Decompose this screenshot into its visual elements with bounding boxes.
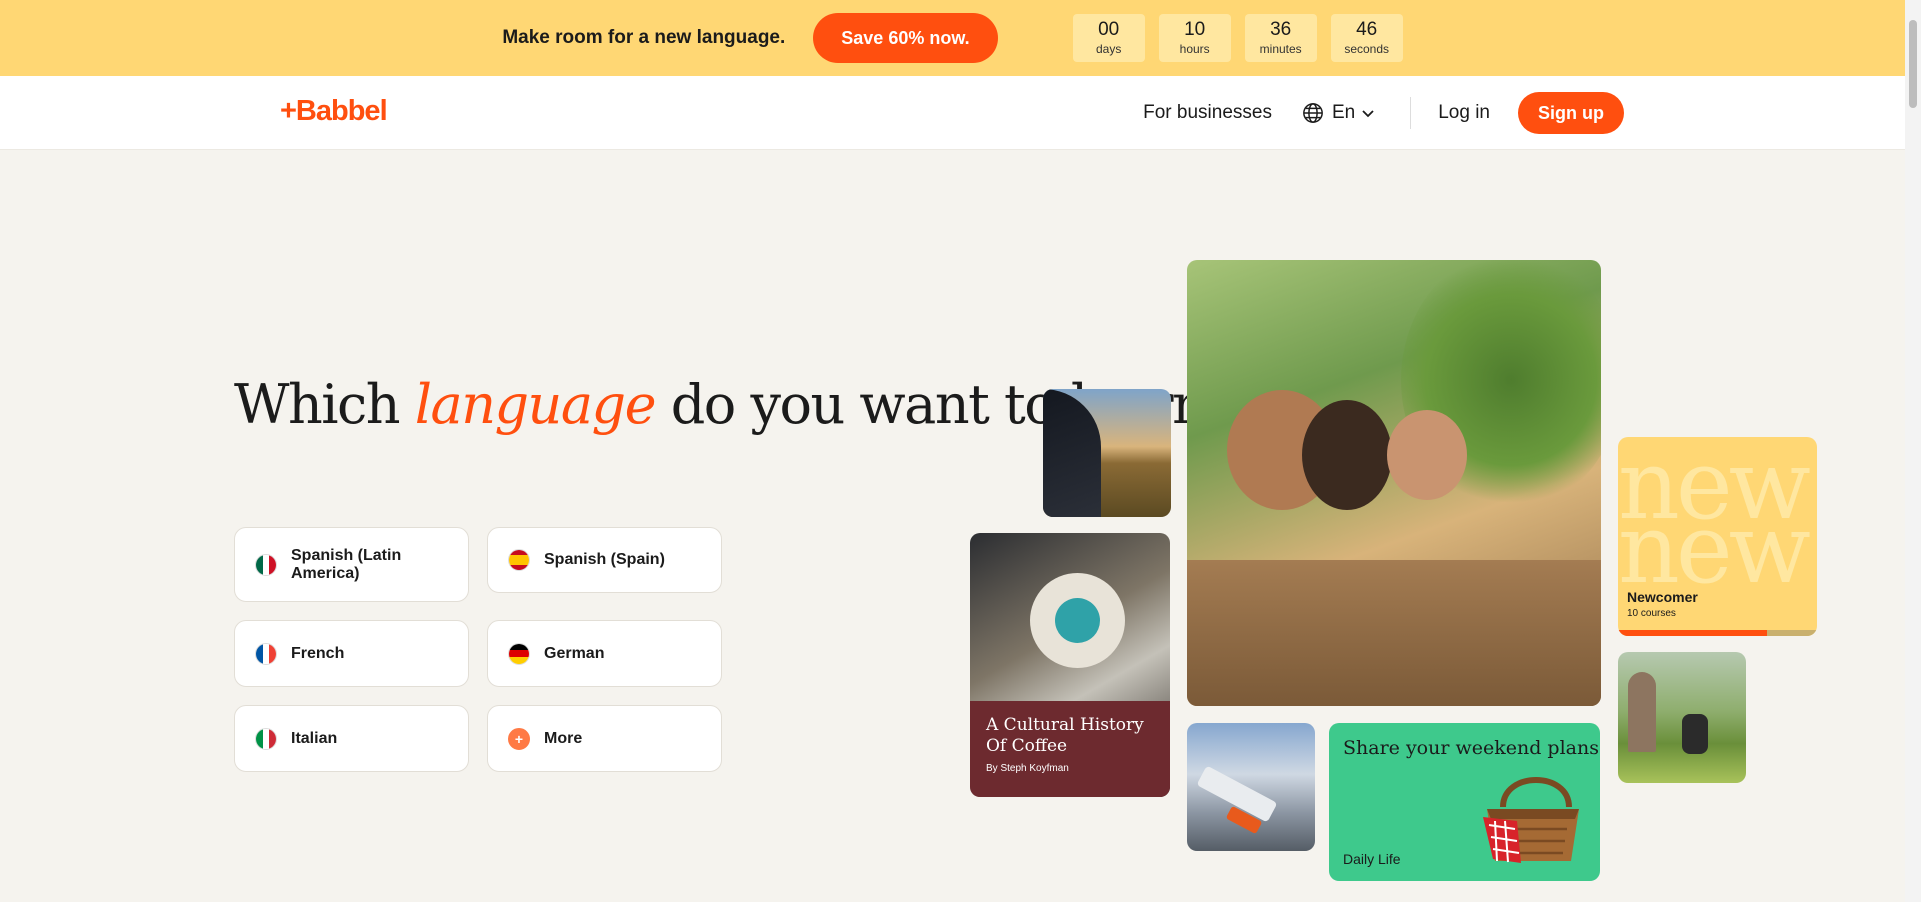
language-selector-label: En — [1331, 102, 1356, 123]
mexico-flag-icon — [255, 553, 277, 576]
countdown-hours: 10 hours — [1158, 14, 1231, 62]
hero-title-pre: Which — [234, 373, 415, 436]
language-option-label: Italian — [291, 729, 338, 747]
newcomer-progress-bar — [1618, 630, 1817, 636]
newcomer-watermark: new — [1618, 493, 1811, 605]
coffee-card[interactable]: A Cultural History Of Coffee By Steph Ko… — [970, 533, 1170, 797]
coffee-card-caption: A Cultural History Of Coffee By Steph Ko… — [970, 701, 1170, 797]
countdown-days: 00 days — [1072, 14, 1145, 62]
countdown-days-label: days — [1095, 42, 1122, 56]
countdown-seconds-value: 46 — [1356, 19, 1378, 40]
spain-flag-icon — [508, 549, 530, 571]
share-weekend-card[interactable]: Share your weekend plans Daily Life — [1329, 723, 1600, 881]
scrollbar-thumb[interactable] — [1909, 20, 1917, 108]
photo-airplane-wing — [1187, 723, 1315, 851]
login-link[interactable]: Log in — [1438, 102, 1490, 124]
language-option-label: Spanish (Spain) — [544, 551, 665, 568]
page-scrollbar[interactable] — [1905, 0, 1921, 902]
hero-title-accent: language — [414, 373, 657, 436]
promo-banner: Make room for a new language. Save 60% n… — [0, 0, 1905, 76]
nav-divider — [1410, 97, 1412, 129]
globe-icon — [1303, 103, 1323, 123]
coffee-card-author: By Steph Koyfman — [986, 763, 1069, 774]
germany-flag-icon — [508, 642, 530, 665]
promo-text: Make room for a new language. — [502, 27, 786, 48]
language-option-label: More — [544, 729, 583, 747]
photo-friends-drinking — [1187, 260, 1601, 706]
plus-icon: + — [508, 727, 530, 750]
share-weekend-tag: Daily Life — [1343, 851, 1401, 867]
countdown-seconds: 46 seconds — [1330, 14, 1403, 62]
countdown-minutes: 36 minutes — [1244, 14, 1317, 62]
coffee-card-title: A Cultural History Of Coffee — [986, 715, 1144, 756]
photo-garden — [1618, 652, 1746, 783]
babbel-logo[interactable]: +Babbel — [280, 95, 388, 128]
language-option-german[interactable]: German — [487, 620, 722, 687]
language-option-label: Spanish (Latin America) — [291, 546, 402, 582]
countdown-seconds-label: seconds — [1344, 42, 1390, 56]
signup-button[interactable]: Sign up — [1518, 92, 1624, 134]
language-selector[interactable]: En — [1302, 102, 1383, 124]
language-option-french[interactable]: French — [234, 620, 469, 687]
nav-right: For businesses En Log in Sign up — [1143, 92, 1624, 134]
language-option-spanish-spain[interactable]: Spanish (Spain) — [487, 527, 722, 593]
countdown-minutes-value: 36 — [1270, 19, 1292, 40]
picnic-basket-icon — [1483, 777, 1579, 863]
language-option-italian[interactable]: Italian — [234, 705, 469, 772]
newcomer-card[interactable]: new new Newcomer 10 courses — [1618, 437, 1817, 636]
language-option-label: German — [544, 644, 605, 662]
france-flag-icon — [255, 642, 277, 665]
countdown-timer: 00 days 10 hours 36 minutes 46 seconds — [1072, 14, 1403, 62]
countdown-minutes-label: minutes — [1259, 42, 1302, 56]
newcomer-course-count: 10 courses — [1627, 608, 1676, 619]
language-option-spanish-latam[interactable]: Spanish (Latin America) — [234, 527, 469, 602]
photo-car-window — [1043, 389, 1171, 517]
top-nav: +Babbel For businesses En Log in Sign up — [0, 76, 1905, 150]
countdown-hours-value: 10 — [1184, 19, 1206, 40]
countdown-days-value: 00 — [1098, 19, 1120, 40]
newcomer-progress-fill — [1618, 630, 1768, 636]
chevron-down-icon — [1362, 110, 1374, 118]
share-weekend-title: Share your weekend plans — [1343, 737, 1599, 759]
language-option-label: French — [291, 644, 345, 662]
language-option-more[interactable]: + More — [487, 705, 722, 772]
for-businesses-link[interactable]: For businesses — [1143, 102, 1272, 124]
newcomer-title: Newcomer — [1627, 589, 1698, 605]
save-60-button[interactable]: Save 60% now. — [813, 13, 998, 63]
countdown-hours-label: hours — [1179, 42, 1210, 56]
italy-flag-icon — [255, 727, 277, 750]
